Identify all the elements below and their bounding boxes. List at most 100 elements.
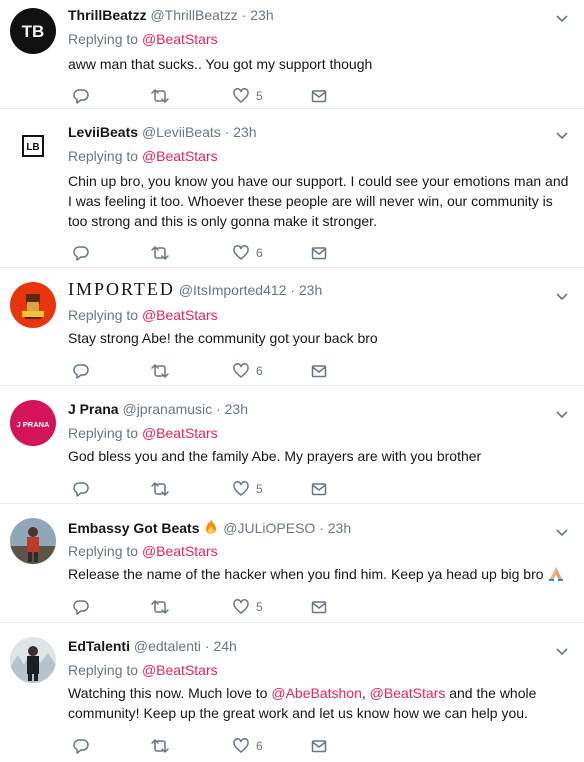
avatar[interactable]: LB: [10, 123, 56, 169]
replying-label: Replying to: [68, 425, 139, 441]
avatar[interactable]: TB: [10, 8, 56, 54]
like-button[interactable]: 5: [232, 597, 263, 617]
retweet-button[interactable]: [150, 361, 170, 381]
reply-button[interactable]: [72, 361, 90, 381]
chevron-down-icon[interactable]: [556, 643, 568, 661]
chevron-down-icon[interactable]: [556, 524, 568, 542]
chevron-down-icon[interactable]: [556, 127, 568, 145]
avatar[interactable]: [10, 637, 56, 683]
display-name[interactable]: Embassy Got Beats: [68, 520, 200, 536]
timestamp[interactable]: 23h: [233, 124, 256, 140]
retweet-button[interactable]: [150, 479, 170, 499]
dot-separator: ·: [204, 638, 210, 654]
like-button[interactable]: 5: [232, 479, 263, 499]
tweet-text: God bless you and the family Abe. My pra…: [68, 448, 482, 464]
reply-button[interactable]: [72, 597, 90, 617]
replying-to: Replying to @BeatStars: [68, 542, 218, 560]
envelope-icon: [311, 483, 327, 496]
tweet-actions: 5: [68, 86, 368, 106]
imported-logo-icon: [10, 282, 56, 328]
reply-button[interactable]: [72, 243, 90, 263]
display-name[interactable]: EdTalenti: [68, 638, 130, 654]
replying-mention[interactable]: @BeatStars: [142, 662, 218, 678]
avatar[interactable]: J PRANA: [10, 400, 56, 446]
reply-button[interactable]: [72, 86, 90, 106]
replying-mention[interactable]: @BeatStars: [142, 307, 218, 323]
message-button[interactable]: [310, 86, 328, 106]
replying-mention[interactable]: @BeatStars: [142, 425, 218, 441]
user-handle[interactable]: @jpranamusic: [122, 401, 212, 417]
tweet[interactable]: TB ThrillBeatzz @ThrillBeatzz · 23h Repl…: [0, 0, 584, 109]
avatar[interactable]: [10, 282, 56, 328]
timestamp[interactable]: 23h: [225, 401, 248, 417]
tweet-text-prefix: Watching this now. Much love to: [68, 685, 272, 701]
replying-label: Replying to: [68, 148, 139, 164]
replying-mention[interactable]: @BeatStars: [142, 31, 218, 47]
retweet-button[interactable]: [150, 86, 170, 106]
tweet[interactable]: LB LeviiBeats @LeviiBeats · 23h Replying…: [0, 109, 584, 268]
like-count: 6: [256, 364, 263, 378]
tweet-text-content: Release the name of the hacker when you …: [68, 566, 544, 582]
reply-button[interactable]: [72, 479, 90, 499]
like-count: 6: [256, 246, 263, 260]
message-button[interactable]: [310, 243, 328, 263]
tweet[interactable]: IMPORTED @ItsImported412 · 23h Replying …: [0, 268, 584, 386]
reply-icon: [73, 246, 89, 261]
tweet-text: Stay strong Abe! the community got your …: [68, 330, 378, 346]
tweet[interactable]: Embassy Got Beats @JULiOPESO · 23h Reply…: [0, 504, 584, 623]
display-name[interactable]: J Prana: [68, 401, 119, 417]
timestamp[interactable]: 23h: [328, 520, 351, 536]
message-button[interactable]: [310, 736, 328, 756]
tweet-actions: 6: [68, 361, 368, 381]
user-handle[interactable]: @JULiOPESO: [223, 520, 315, 536]
user-handle[interactable]: @ItsImported412: [179, 282, 287, 298]
tweet-text: aww man that sucks.. You got my support …: [68, 56, 373, 72]
reply-button[interactable]: [72, 736, 90, 756]
lb-logo-icon: LB: [10, 123, 56, 169]
heart-icon: [233, 245, 249, 260]
heart-icon: [233, 363, 249, 378]
user-handle[interactable]: @LeviiBeats: [142, 124, 221, 140]
retweet-icon: [151, 739, 169, 753]
reply-icon: [73, 482, 89, 497]
avatar[interactable]: [10, 518, 56, 564]
message-button[interactable]: [310, 479, 328, 499]
timestamp[interactable]: 24h: [213, 638, 236, 654]
retweet-icon: [151, 364, 169, 378]
message-button[interactable]: [310, 597, 328, 617]
dot-separator: ·: [241, 7, 247, 23]
mention-link[interactable]: @AbeBatshon: [271, 685, 362, 701]
like-button[interactable]: 6: [232, 361, 263, 381]
tweet-text: Chin up bro, you know you have our suppo…: [68, 173, 569, 229]
like-button[interactable]: 6: [232, 736, 263, 756]
heart-icon: [233, 738, 249, 753]
retweet-button[interactable]: [150, 243, 170, 263]
tweet[interactable]: EdTalenti @edtalenti · 24h Replying to @…: [0, 623, 584, 762]
retweet-button[interactable]: [150, 597, 170, 617]
chevron-down-icon[interactable]: [556, 10, 568, 28]
display-name[interactable]: ThrillBeatzz: [68, 7, 147, 23]
replying-mention[interactable]: @BeatStars: [142, 543, 218, 559]
replying-to: Replying to @BeatStars: [68, 30, 218, 48]
heart-icon: [233, 599, 249, 614]
message-button[interactable]: [310, 361, 328, 381]
like-button[interactable]: 5: [232, 86, 263, 106]
replying-mention[interactable]: @BeatStars: [142, 148, 218, 164]
retweet-button[interactable]: [150, 736, 170, 756]
mention-link[interactable]: @BeatStars: [370, 685, 446, 701]
replying-to: Replying to @BeatStars: [68, 661, 218, 679]
chevron-down-icon[interactable]: [556, 406, 568, 424]
envelope-icon: [311, 740, 327, 753]
timestamp[interactable]: 23h: [250, 7, 273, 23]
user-handle[interactable]: @edtalenti: [134, 638, 201, 654]
envelope-icon: [311, 90, 327, 103]
timestamp[interactable]: 23h: [299, 282, 322, 298]
user-handle[interactable]: @ThrillBeatzz: [150, 7, 237, 23]
tweet[interactable]: J PRANA J Prana @jpranamusic · 23h Reply…: [0, 386, 584, 504]
heart-icon: [233, 88, 249, 103]
chevron-down-icon[interactable]: [556, 288, 568, 306]
dot-separator: ·: [290, 282, 295, 298]
display-name[interactable]: IMPORTED: [68, 279, 175, 299]
display-name[interactable]: LeviiBeats: [68, 124, 138, 140]
like-button[interactable]: 6: [232, 243, 263, 263]
